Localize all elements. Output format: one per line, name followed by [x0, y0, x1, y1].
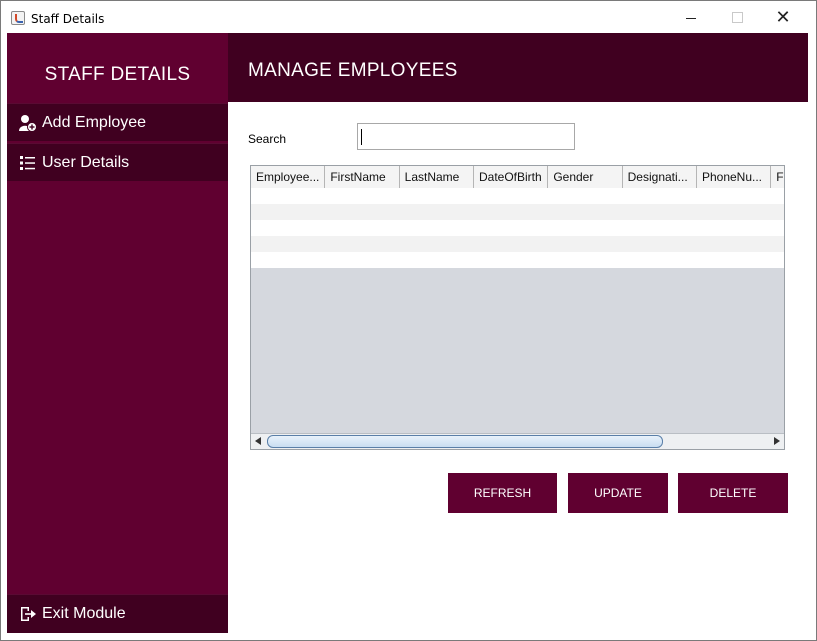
- sidebar-item-label: User Details: [42, 153, 130, 171]
- list-icon: [19, 154, 37, 172]
- table-header: Employee... FirstName LastName DateOfBir…: [251, 166, 784, 189]
- horizontal-scrollbar[interactable]: [251, 433, 784, 449]
- table-row[interactable]: [251, 220, 784, 236]
- close-icon: ✕: [775, 6, 791, 28]
- column-header-employee-id[interactable]: Employee...: [251, 166, 326, 188]
- java-app-icon: [11, 11, 25, 25]
- app-window: Staff Details ✕ STAFF DETAILS Add Employ…: [0, 0, 817, 641]
- employees-table[interactable]: Employee... FirstName LastName DateOfBir…: [250, 165, 785, 450]
- table-row[interactable]: [251, 204, 784, 220]
- page-header: MANAGE EMPLOYEES: [228, 33, 808, 102]
- sidebar-title-text: STAFF DETAILS: [44, 63, 191, 85]
- sidebar-item-exit-module[interactable]: Exit Module: [7, 594, 228, 633]
- title-bar[interactable]: Staff Details ✕: [1, 1, 816, 33]
- column-header-phone-number[interactable]: PhoneNu...: [697, 166, 772, 188]
- table-row[interactable]: [251, 252, 784, 268]
- scrollbar-thumb[interactable]: [267, 435, 663, 448]
- maximize-button[interactable]: [714, 1, 760, 33]
- column-header-gender[interactable]: Gender: [548, 166, 623, 188]
- column-header-designation[interactable]: Designati...: [623, 166, 697, 188]
- text-caret: [361, 129, 362, 145]
- sidebar-item-label: Exit Module: [42, 605, 126, 622]
- search-label: Search: [248, 132, 287, 146]
- minimize-button[interactable]: [668, 1, 714, 33]
- minimize-icon: [686, 17, 696, 19]
- search-input[interactable]: [357, 123, 575, 150]
- sidebar: STAFF DETAILS Add Employee User Details …: [7, 33, 228, 633]
- sidebar-item-add-employee[interactable]: Add Employee: [7, 103, 228, 141]
- table-row[interactable]: [251, 236, 784, 252]
- sidebar-title: STAFF DETAILS: [7, 33, 228, 102]
- scroll-left-arrow-icon[interactable]: [255, 437, 261, 445]
- update-button[interactable]: UPDATE: [568, 473, 668, 513]
- column-header-last-name[interactable]: LastName: [400, 166, 474, 188]
- scroll-right-arrow-icon[interactable]: [774, 437, 780, 445]
- delete-button[interactable]: DELETE: [678, 473, 788, 513]
- column-header-first-name[interactable]: FirstName: [325, 166, 400, 188]
- add-user-icon: [19, 114, 37, 132]
- close-button[interactable]: ✕: [760, 1, 806, 33]
- column-header-date-of-birth[interactable]: DateOfBirth: [474, 166, 549, 188]
- sidebar-item-label: Add Employee: [42, 113, 147, 131]
- table-body: [251, 188, 784, 268]
- column-header-more[interactable]: F: [771, 166, 784, 188]
- exit-icon: [19, 605, 37, 623]
- refresh-button[interactable]: REFRESH: [448, 473, 557, 513]
- page-title: MANAGE EMPLOYEES: [248, 60, 458, 81]
- sidebar-item-user-details[interactable]: User Details: [7, 143, 228, 181]
- window-title: Staff Details: [31, 12, 105, 26]
- maximize-icon: [731, 11, 743, 23]
- table-row[interactable]: [251, 188, 784, 204]
